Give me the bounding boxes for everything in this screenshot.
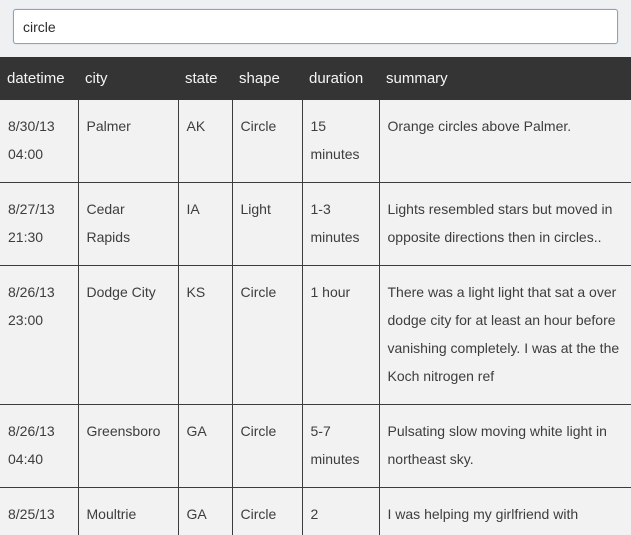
table-row[interactable]: 8/26/13 23:00 Dodge City KS Circle 1 hou…	[0, 266, 631, 405]
cell-summary: Lights resembled stars but moved in oppo…	[379, 183, 631, 266]
table-header-row: datetime city state shape duration summa…	[0, 57, 631, 100]
cell-state: GA	[178, 488, 232, 535]
cell-duration: 5-7 minutes	[302, 405, 379, 488]
datetime-time: 22:00	[8, 528, 70, 535]
cell-datetime: 8/25/13 22:00	[0, 488, 78, 535]
cell-duration: 2 minutes	[302, 488, 379, 535]
cell-summary: Orange circles above Palmer.	[379, 100, 631, 183]
column-header-datetime[interactable]: datetime	[0, 57, 78, 100]
app-root: datetime city state shape duration summa…	[0, 0, 631, 535]
column-header-state[interactable]: state	[178, 57, 232, 100]
datetime-time: 21:30	[8, 223, 70, 251]
column-header-summary[interactable]: summary	[379, 57, 631, 100]
table-scroll-container[interactable]: datetime city state shape duration summa…	[0, 57, 631, 535]
table-row[interactable]: 8/26/13 04:40 Greensboro GA Circle 5-7 m…	[0, 405, 631, 488]
cell-datetime: 8/26/13 04:40	[0, 405, 78, 488]
cell-shape: Light	[232, 183, 302, 266]
datetime-date: 8/27/13	[8, 195, 70, 223]
datetime-date: 8/25/13	[8, 500, 70, 528]
cell-city: Cedar Rapids	[78, 183, 178, 266]
cell-datetime: 8/30/13 04:00	[0, 100, 78, 183]
cell-summary: There was a light light that sat a over …	[379, 266, 631, 405]
cell-datetime: 8/27/13 21:30	[0, 183, 78, 266]
cell-duration: 15 minutes	[302, 100, 379, 183]
table-row[interactable]: 8/25/13 22:00 Moultrie GA Circle 2 minut…	[0, 488, 631, 535]
cell-city: Moultrie	[78, 488, 178, 535]
table-row[interactable]: 8/30/13 04:00 Palmer AK Circle 15 minute…	[0, 100, 631, 183]
table-header: datetime city state shape duration summa…	[0, 57, 631, 100]
cell-datetime: 8/26/13 23:00	[0, 266, 78, 405]
column-header-city[interactable]: city	[78, 57, 178, 100]
datetime-date: 8/30/13	[8, 112, 70, 140]
table-row[interactable]: 8/27/13 21:30 Cedar Rapids IA Light 1-3 …	[0, 183, 631, 266]
cell-shape: Circle	[232, 266, 302, 405]
cell-state: KS	[178, 266, 232, 405]
datetime-date: 8/26/13	[8, 278, 70, 306]
cell-shape: Circle	[232, 405, 302, 488]
cell-duration: 1-3 minutes	[302, 183, 379, 266]
cell-state: IA	[178, 183, 232, 266]
table-body: 8/30/13 04:00 Palmer AK Circle 15 minute…	[0, 100, 631, 535]
search-input[interactable]	[13, 9, 618, 44]
cell-state: GA	[178, 405, 232, 488]
datetime-time: 23:00	[8, 306, 70, 334]
results-table: datetime city state shape duration summa…	[0, 57, 631, 535]
column-header-shape[interactable]: shape	[232, 57, 302, 100]
cell-duration: 1 hour	[302, 266, 379, 405]
search-bar-container	[0, 0, 631, 57]
cell-shape: Circle	[232, 100, 302, 183]
cell-city: Greensboro	[78, 405, 178, 488]
datetime-date: 8/26/13	[8, 417, 70, 445]
cell-city: Dodge City	[78, 266, 178, 405]
cell-summary: Pulsating slow moving white light in nor…	[379, 405, 631, 488]
cell-city: Palmer	[78, 100, 178, 183]
datetime-time: 04:40	[8, 445, 70, 473]
datetime-time: 04:00	[8, 140, 70, 168]
column-header-duration[interactable]: duration	[302, 57, 379, 100]
cell-shape: Circle	[232, 488, 302, 535]
cell-state: AK	[178, 100, 232, 183]
cell-summary: I was helping my girlfriend with laundry…	[379, 488, 631, 535]
